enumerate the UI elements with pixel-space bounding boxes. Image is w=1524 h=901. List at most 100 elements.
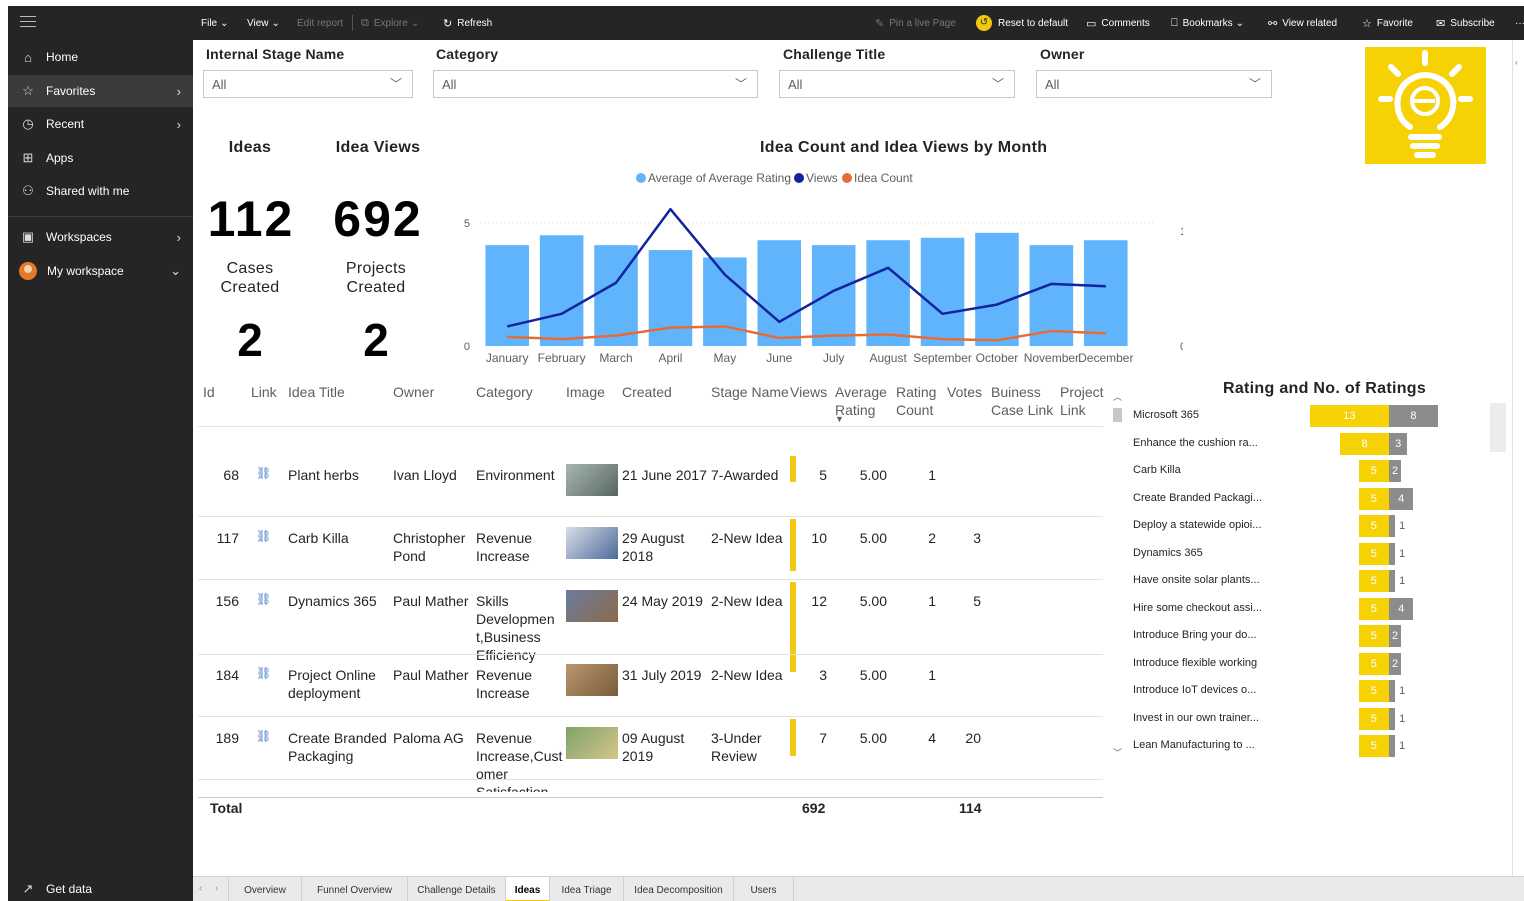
bar-january[interactable] [485, 245, 529, 346]
bar-may[interactable] [703, 257, 747, 346]
ratings-row[interactable]: Carb Killa 5 2 [1133, 460, 1453, 482]
nav-recent[interactable]: ◷ Recent › [8, 108, 193, 140]
column-header[interactable]: Category [476, 383, 571, 401]
rating-count-bar[interactable] [1389, 680, 1396, 702]
rating-count-bar[interactable]: 4 [1389, 487, 1414, 510]
ratings-row[interactable]: Dynamics 365 5 1 [1133, 542, 1453, 565]
column-header[interactable]: Rating Count [896, 383, 951, 419]
rating-count-bar[interactable]: 2 [1389, 625, 1402, 647]
rating-bar[interactable]: 5 [1358, 680, 1389, 702]
ratings-row[interactable]: Have onsite solar plants... 5 1 [1133, 570, 1453, 592]
filters-pane-collapsed[interactable]: ‹ [1512, 40, 1524, 876]
rating-count-bar[interactable] [1389, 735, 1396, 757]
ratings-row[interactable]: Hire some checkout assi... 5 4 [1133, 597, 1453, 620]
tab-users[interactable]: Users [734, 877, 794, 901]
bar-october[interactable] [975, 232, 1019, 346]
link-icon[interactable]: ⛓ [256, 466, 271, 480]
ratings-scrollbar-thumb[interactable] [1490, 403, 1506, 452]
scroll-up-icon[interactable]: ︿ [1113, 390, 1122, 403]
link-icon[interactable]: ⛓ [256, 529, 271, 543]
tab-idea-decomposition[interactable]: Idea Decomposition [624, 877, 734, 901]
tab-ideas[interactable]: Ideas [506, 877, 550, 901]
legend-label[interactable]: Idea Count [854, 171, 913, 185]
tab-prev-icon[interactable]: ‹ [199, 883, 202, 894]
column-header[interactable]: Project Link [1060, 383, 1115, 419]
ratings-row[interactable]: Create Branded Packagi... 5 4 [1133, 487, 1453, 510]
rating-bar[interactable]: 5 [1358, 487, 1389, 510]
view-related-button[interactable]: ⚯ View related [1268, 6, 1337, 40]
nav-my-workspace[interactable]: My workspace ⌄ [8, 255, 193, 287]
rating-bar[interactable]: 5 [1358, 707, 1389, 730]
rating-bar[interactable]: 5 [1358, 597, 1389, 620]
column-header[interactable]: Image [566, 383, 626, 401]
ratings-row[interactable]: Introduce flexible working 5 2 [1133, 652, 1453, 675]
rating-count-bar[interactable]: 2 [1389, 652, 1402, 675]
rating-bar[interactable]: 5 [1358, 735, 1389, 757]
tab-overview[interactable]: Overview [228, 877, 302, 901]
slicer-challenge-dropdown[interactable]: All ﹀ [779, 70, 1015, 98]
subscribe-button[interactable]: ✉ Subscribe [1436, 6, 1495, 40]
tab-funnel-overview[interactable]: Funnel Overview [302, 877, 408, 901]
rating-count-bar[interactable] [1389, 707, 1396, 730]
slicer-category-dropdown[interactable]: All ﹀ [433, 70, 758, 98]
rating-bar[interactable]: 5 [1358, 515, 1389, 537]
column-header[interactable]: Id [203, 383, 253, 401]
file-menu[interactable]: File ⌄ [201, 6, 229, 40]
rating-bar[interactable]: 13 [1309, 405, 1389, 427]
nav-workspaces[interactable]: ▣ Workspaces › [8, 221, 193, 253]
bar-september[interactable] [920, 237, 965, 346]
rating-bar[interactable]: 5 [1358, 460, 1389, 482]
table-scrollbar-thumb[interactable] [1113, 408, 1122, 422]
legend-label[interactable]: Average of Average Rating [648, 171, 791, 185]
tab-idea-triage[interactable]: Idea Triage [550, 877, 624, 901]
rating-bar[interactable]: 5 [1358, 542, 1389, 565]
rating-count-bar[interactable] [1389, 570, 1396, 592]
sort-desc-icon[interactable]: ▼ [835, 414, 844, 424]
scroll-down-icon[interactable]: ﹀ [1113, 746, 1122, 759]
hamburger-menu-icon[interactable] [20, 16, 36, 28]
bar-december[interactable] [1084, 240, 1128, 346]
bar-august[interactable] [866, 240, 910, 346]
column-header[interactable]: Created [622, 383, 717, 401]
column-header[interactable]: Average Rating [835, 383, 900, 419]
bookmarks-menu[interactable]: ⎕ Bookmarks ⌄ [1171, 6, 1244, 40]
ratings-row[interactable]: Lean Manufacturing to ... 5 1 [1133, 735, 1453, 757]
ratings-row[interactable]: Introduce IoT devices o... 5 1 [1133, 680, 1453, 702]
refresh-button[interactable]: ↻ Refresh [443, 6, 492, 40]
slicer-stage-dropdown[interactable]: All ﹀ [203, 70, 413, 98]
rating-count-bar[interactable]: 2 [1389, 460, 1402, 482]
nav-favorites[interactable]: ☆ Favorites › [8, 75, 193, 107]
rating-bar[interactable]: 5 [1358, 625, 1389, 647]
bar-april[interactable] [648, 250, 693, 346]
pin-live-page-button[interactable]: ✎ Pin a live Page [875, 6, 956, 40]
tab-challenge-details[interactable]: Challenge Details [408, 877, 506, 901]
legend-label[interactable]: Views [806, 171, 838, 185]
comments-button[interactable]: ▭ Comments [1086, 6, 1150, 40]
bar-february[interactable] [539, 235, 584, 346]
nav-shared[interactable]: ⚇ Shared with me [8, 175, 193, 207]
ratings-row[interactable]: Enhance the cushion ra... 8 3 [1133, 432, 1453, 455]
view-menu[interactable]: View ⌄ [247, 6, 280, 40]
explore-menu[interactable]: ⧉ Explore ⌄ [361, 6, 419, 40]
column-header[interactable]: Buiness Case Link [991, 383, 1066, 419]
link-icon[interactable]: ⛓ [256, 592, 271, 606]
link-icon[interactable]: ⛓ [256, 666, 271, 680]
nav-home[interactable]: ⌂ Home [8, 41, 193, 73]
reset-to-default-button[interactable]: ↺ Reset to default [976, 6, 1068, 40]
ratings-row[interactable]: Microsoft 365 13 8 [1133, 405, 1453, 427]
ratings-row[interactable]: Introduce Bring your do... 5 2 [1133, 625, 1453, 647]
column-header[interactable]: Link [251, 383, 291, 401]
column-header[interactable]: Owner [393, 383, 483, 401]
slicer-owner-dropdown[interactable]: All ﹀ [1036, 70, 1272, 98]
rating-count-bar[interactable] [1389, 542, 1396, 565]
column-header[interactable]: Votes [947, 383, 997, 401]
favorite-button[interactable]: ☆ Favorite [1362, 6, 1413, 40]
tab-next-icon[interactable]: › [215, 883, 218, 894]
ratings-row[interactable]: Invest in our own trainer... 5 1 [1133, 707, 1453, 730]
column-header[interactable]: Views [790, 383, 840, 401]
rating-bar[interactable]: 8 [1340, 432, 1389, 455]
column-header[interactable]: Idea Title [288, 383, 398, 401]
more-options-button[interactable]: ··· [1515, 6, 1524, 40]
rating-count-bar[interactable]: 8 [1389, 405, 1438, 427]
rating-count-bar[interactable] [1389, 515, 1396, 537]
